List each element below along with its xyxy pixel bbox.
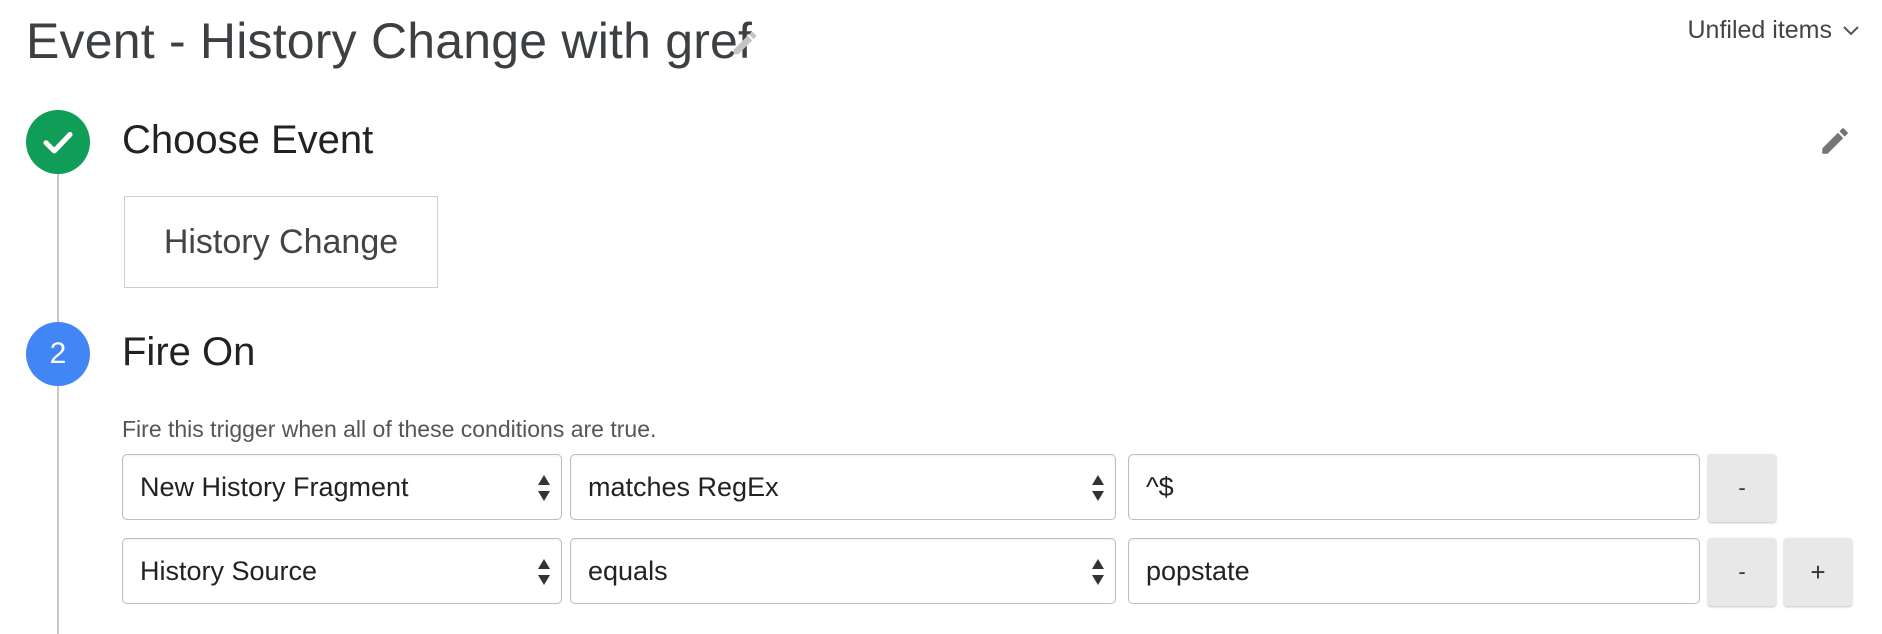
operator-select-value: equals — [588, 555, 668, 586]
page-title: Event - History Change with gref — [26, 13, 753, 69]
title-edit-button[interactable] — [730, 28, 760, 58]
edit-event-button[interactable] — [1818, 124, 1852, 158]
pencil-icon — [1822, 128, 1848, 154]
sort-arrows-icon — [538, 559, 550, 585]
folder-selector[interactable]: Unfiled items — [1688, 16, 1861, 45]
pencil-icon — [733, 31, 757, 55]
value-input[interactable]: popstate — [1128, 538, 1700, 604]
folder-label: Unfiled items — [1687, 16, 1833, 44]
sort-arrows-icon — [1092, 559, 1104, 585]
step-title-fire-on: Fire On — [122, 330, 256, 374]
condition-row: History Source equals popstate - + — [122, 538, 1862, 606]
sort-arrows-icon — [1092, 475, 1104, 501]
remove-condition-button[interactable]: - — [1708, 454, 1776, 522]
operator-select-value: matches RegEx — [588, 471, 779, 502]
trigger-editor: Event - History Change with gref Unfiled… — [0, 0, 1882, 634]
remove-condition-button[interactable]: - — [1708, 538, 1776, 606]
chevron-down-icon — [1843, 25, 1859, 35]
variable-select-value: New History Fragment — [140, 471, 409, 502]
step-number-indicator: 2 — [26, 322, 90, 386]
add-condition-button[interactable]: + — [1784, 538, 1852, 606]
operator-select[interactable]: matches RegEx — [570, 454, 1116, 520]
step-title-choose-event: Choose Event — [122, 118, 374, 162]
variable-select[interactable]: History Source — [122, 538, 562, 604]
value-input-text: ^$ — [1146, 471, 1174, 502]
value-input-text: popstate — [1146, 555, 1250, 586]
value-input[interactable]: ^$ — [1128, 454, 1700, 520]
step-complete-indicator — [26, 110, 90, 174]
variable-select[interactable]: New History Fragment — [122, 454, 562, 520]
operator-select[interactable]: equals — [570, 538, 1116, 604]
sort-arrows-icon — [538, 475, 550, 501]
conditions-description: Fire this trigger when all of these cond… — [122, 416, 657, 442]
checkmark-icon — [43, 131, 73, 154]
condition-row: New History Fragment matches RegEx ^$ - — [122, 454, 1862, 522]
step-timeline — [57, 150, 59, 634]
variable-select-value: History Source — [140, 555, 318, 586]
selected-event-card[interactable]: History Change — [124, 196, 438, 288]
